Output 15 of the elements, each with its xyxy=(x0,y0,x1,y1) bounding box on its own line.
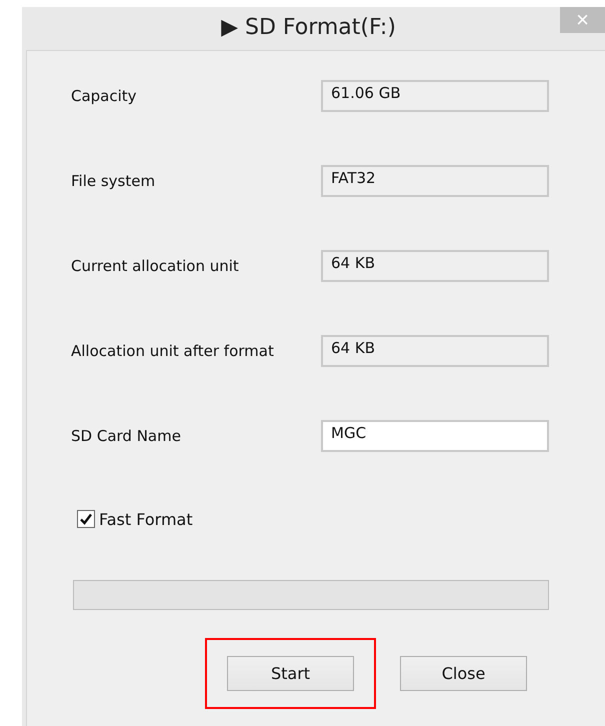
input-field[interactable]: 64 KB xyxy=(321,335,549,367)
input-field[interactable]: MGC xyxy=(321,420,549,452)
dialog-button[interactable]: Close xyxy=(400,656,527,691)
input-field[interactable]: 61.06 GB xyxy=(321,80,549,112)
checkbox-label: Fast Format xyxy=(99,510,193,528)
input-field[interactable]: 64 KB xyxy=(321,250,549,282)
field-label: SD Card Name xyxy=(71,427,181,445)
input-field[interactable]: FAT32 xyxy=(321,165,549,197)
field-label: Allocation unit after format xyxy=(71,342,274,360)
field-label: File system xyxy=(71,172,156,190)
dialog-button[interactable]: Start xyxy=(227,656,354,691)
field-label: Capacity xyxy=(71,87,137,105)
window-title: ▶ SD Format(F:) xyxy=(221,14,396,40)
checkbox[interactable] xyxy=(77,510,95,528)
field-label: Current allocation unit xyxy=(71,257,239,275)
